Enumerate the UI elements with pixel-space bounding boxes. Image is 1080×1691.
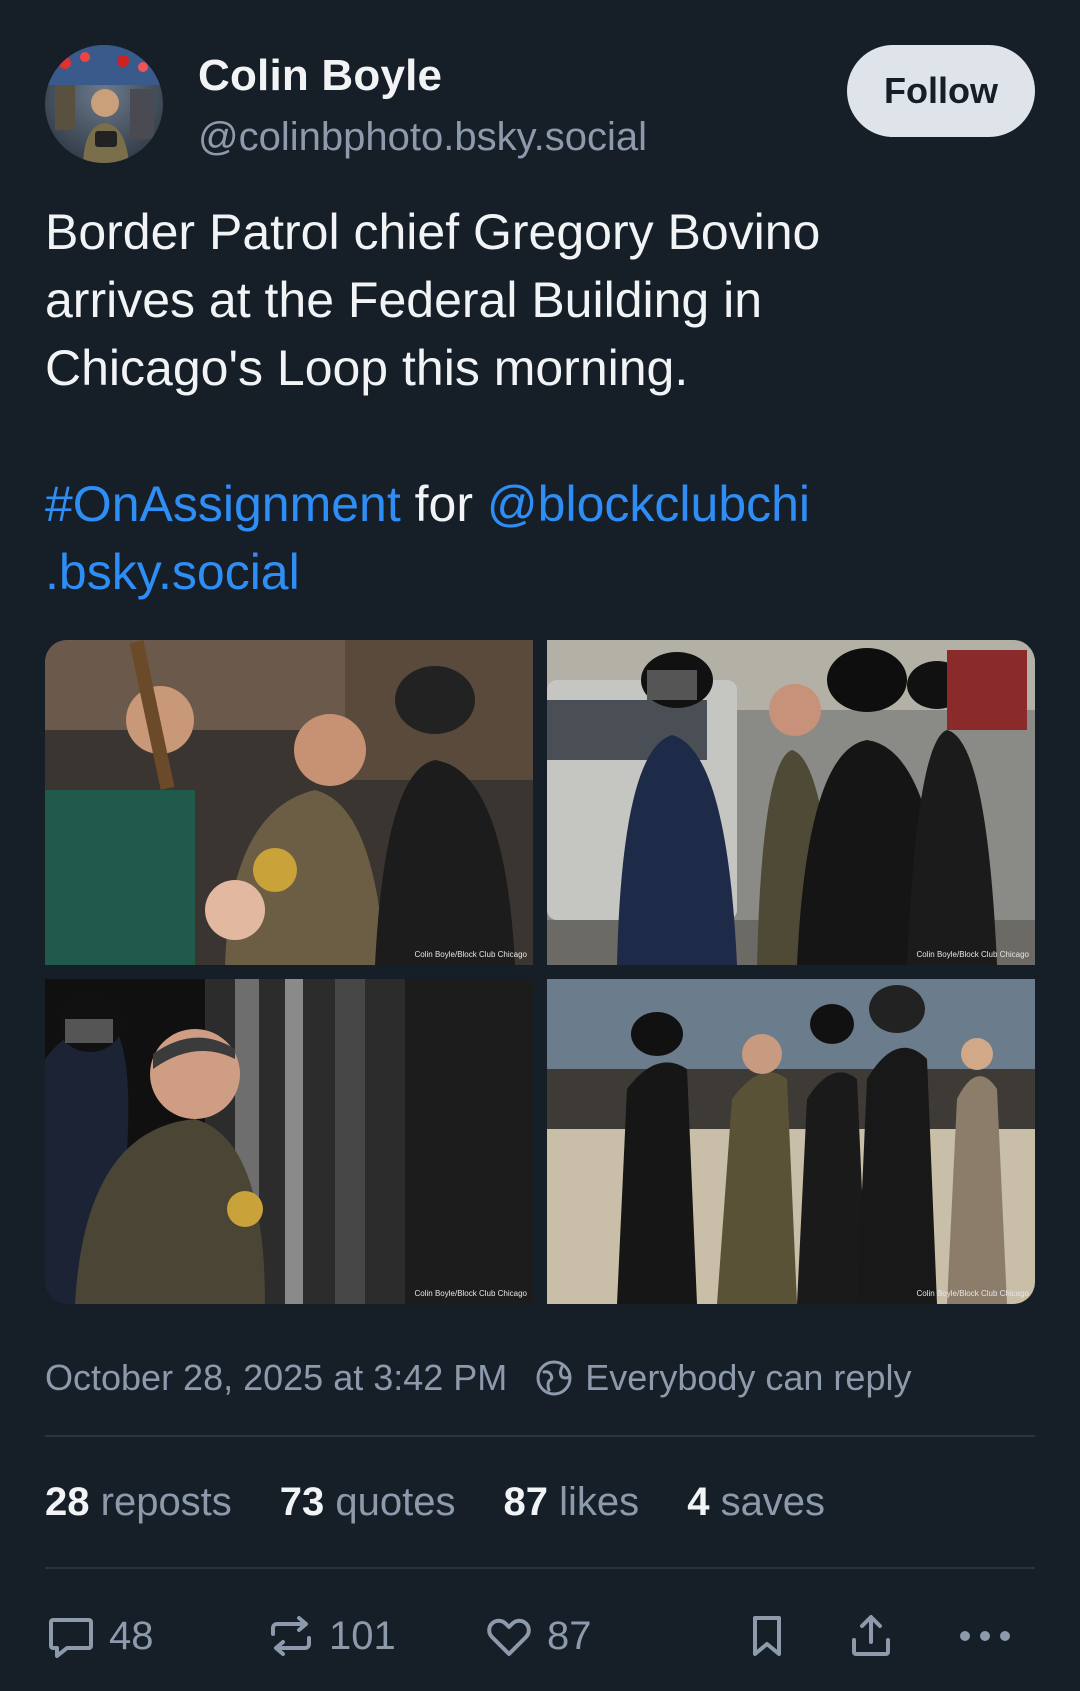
post-header: Colin Boyle @colinbphoto.bsky.social Fol… <box>45 45 1035 165</box>
reposts-stat[interactable]: 28 reposts <box>45 1480 232 1525</box>
reply-setting[interactable]: Everybody can reply <box>535 1357 911 1399</box>
photo-thumbnail[interactable]: Colin Boyle/Block Club Chicago <box>547 979 1035 1304</box>
repost-count: 101 <box>329 1613 396 1658</box>
saves-count: 4 <box>687 1479 710 1524</box>
likes-stat[interactable]: 87 likes <box>504 1480 640 1525</box>
reposts-count: 28 <box>45 1479 90 1524</box>
photo-thumbnail[interactable]: Colin Boyle/Block Club Chicago <box>45 979 533 1304</box>
post-text-line: Chicago's Loop this morning. <box>45 340 689 396</box>
share-icon <box>852 1615 890 1656</box>
post-text-line: Border Patrol chief Gregory Bovino <box>45 204 821 260</box>
media-grid: Colin Boyle/Block Club Chicago Colin Boy… <box>45 640 1035 1304</box>
reply-icon <box>49 1618 93 1658</box>
saves-label: saves <box>720 1479 826 1524</box>
mention-link-continued[interactable]: .bsky.social <box>45 544 300 600</box>
post-meta: October 28, 2025 at 3:42 PM Everybody ca… <box>45 1355 1035 1401</box>
photo-credit: Colin Boyle/Block Club Chicago <box>916 1289 1030 1298</box>
post-thread-view: Colin Boyle @colinbphoto.bsky.social Fol… <box>0 0 1080 1691</box>
bookmark-icon <box>753 1616 781 1656</box>
reply-setting-label: Everybody can reply <box>585 1357 912 1398</box>
follow-button[interactable]: Follow <box>847 45 1035 137</box>
photo-image <box>547 979 1035 1304</box>
saves-stat[interactable]: 4 saves <box>687 1480 825 1525</box>
photo-image <box>45 640 533 965</box>
photo-thumbnail[interactable]: Colin Boyle/Block Club Chicago <box>547 640 1035 965</box>
mention-link[interactable]: @blockclubchi <box>487 476 810 532</box>
quotes-count: 73 <box>279 1479 325 1524</box>
post-timestamp: October 28, 2025 at 3:42 PM <box>45 1357 508 1398</box>
divider <box>45 1567 1035 1569</box>
heart-icon <box>487 1618 531 1656</box>
post-actions: 48 101 87 <box>45 1608 1035 1664</box>
engagement-stats: 28 reposts 73 quotes 87 likes 4 saves <box>45 1477 873 1527</box>
more-icon <box>960 1631 1010 1641</box>
likes-count: 87 <box>503 1479 549 1524</box>
photo-image <box>547 640 1035 965</box>
reply-button[interactable]: 48 <box>45 1608 154 1664</box>
post-tags-line: #OnAssignment for @blockclubchi <box>45 470 1035 538</box>
photo-credit: Colin Boyle/Block Club Chicago <box>916 950 1030 959</box>
photo-credit: Colin Boyle/Block Club Chicago <box>414 950 528 959</box>
user-avatar[interactable] <box>45 45 163 163</box>
repost-button[interactable]: 101 <box>265 1608 396 1664</box>
globe-icon <box>536 1360 572 1396</box>
author-display-name[interactable]: Colin Boyle <box>198 51 442 101</box>
photo-thumbnail[interactable]: Colin Boyle/Block Club Chicago <box>45 640 533 965</box>
divider <box>45 1435 1035 1437</box>
like-count: 87 <box>547 1613 592 1658</box>
photo-image <box>45 979 533 1304</box>
post-tags-line: .bsky.social <box>45 538 1035 606</box>
more-options-button[interactable] <box>957 1608 1013 1664</box>
likes-label: likes <box>559 1479 640 1524</box>
share-button[interactable] <box>845 1608 897 1664</box>
bookmark-button[interactable] <box>741 1608 793 1664</box>
avatar-image <box>45 45 163 163</box>
photo-credit: Colin Boyle/Block Club Chicago <box>414 1289 528 1298</box>
quotes-stat[interactable]: 73 quotes <box>280 1480 456 1525</box>
reposts-label: reposts <box>100 1479 232 1524</box>
reply-count: 48 <box>109 1613 154 1658</box>
repost-icon <box>271 1616 311 1656</box>
post-text-line: arrives at the Federal Building in <box>45 272 763 328</box>
post-text-word: for <box>414 476 474 532</box>
post-text: Border Patrol chief Gregory Bovino arriv… <box>45 198 1035 606</box>
author-handle[interactable]: @colinbphoto.bsky.social <box>198 115 647 160</box>
like-button[interactable]: 87 <box>483 1608 592 1664</box>
hashtag-link[interactable]: #OnAssignment <box>45 476 401 532</box>
quotes-label: quotes <box>335 1479 456 1524</box>
